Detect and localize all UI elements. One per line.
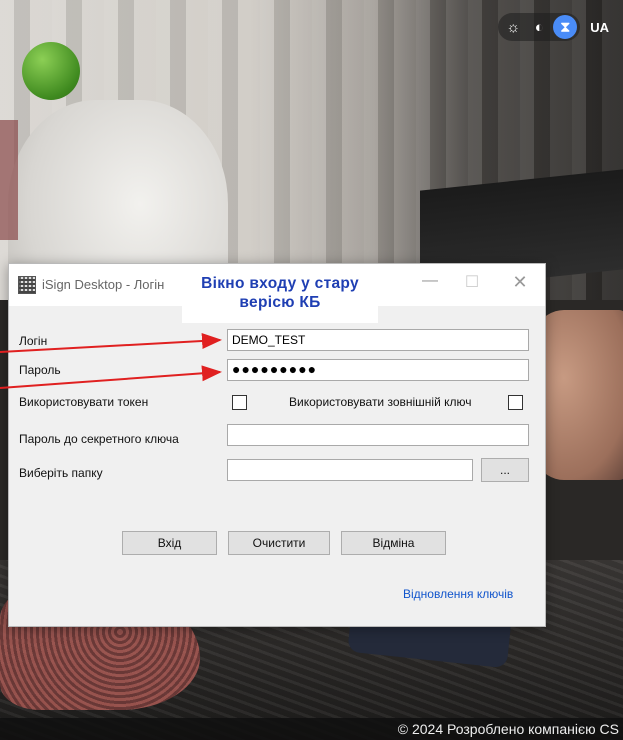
plant-stem [0, 120, 18, 240]
plant-ball [22, 42, 80, 100]
hourglass-icon[interactable]: ⧗ [553, 15, 578, 39]
window-title: iSign Desktop - Логін [42, 277, 165, 292]
use-token-label: Використовувати токен [19, 395, 149, 409]
theme-switcher: ☼ ◐ ⧗ [498, 13, 581, 41]
language-switcher[interactable]: UA [586, 20, 613, 35]
minimize-button[interactable]: — [415, 272, 445, 290]
folder-input[interactable] [227, 459, 473, 481]
restore-keys-link[interactable]: Відновлення ключів [403, 587, 513, 601]
top-toolbar: ☼ ◐ ⧗ UA [498, 13, 613, 41]
close-button[interactable]: ✕ [505, 272, 535, 293]
clear-button[interactable]: Очистити [228, 531, 330, 555]
sun-icon[interactable]: ☼ [501, 15, 525, 39]
use-external-key-checkbox[interactable] [508, 395, 523, 410]
annotation-callout: Вікно входу у стару верісю КБ [182, 267, 378, 323]
use-token-checkbox[interactable] [232, 395, 247, 410]
password-label: Пароль [19, 363, 61, 377]
secret-key-password-label: Пароль до секретного ключа [19, 432, 179, 446]
password-input[interactable]: ●●●●●●●●● [227, 359, 529, 381]
maximize-button[interactable]: ☐ [457, 272, 487, 292]
browse-button[interactable]: ... [481, 458, 529, 482]
app-icon [18, 276, 36, 294]
cancel-button[interactable]: Відміна [341, 531, 446, 555]
moon-icon[interactable]: ◐ [527, 15, 551, 39]
folder-label: Виберіть папку [19, 466, 103, 480]
login-button[interactable]: Вхід [122, 531, 217, 555]
use-external-key-label: Використовувати зовнішній ключ [289, 395, 472, 409]
footer: © 2024 Розроблено компанією CS [0, 718, 623, 740]
secret-key-password-input[interactable] [227, 424, 529, 446]
login-input[interactable]: DEMO_TEST [227, 329, 529, 351]
login-label: Логін [19, 334, 48, 348]
